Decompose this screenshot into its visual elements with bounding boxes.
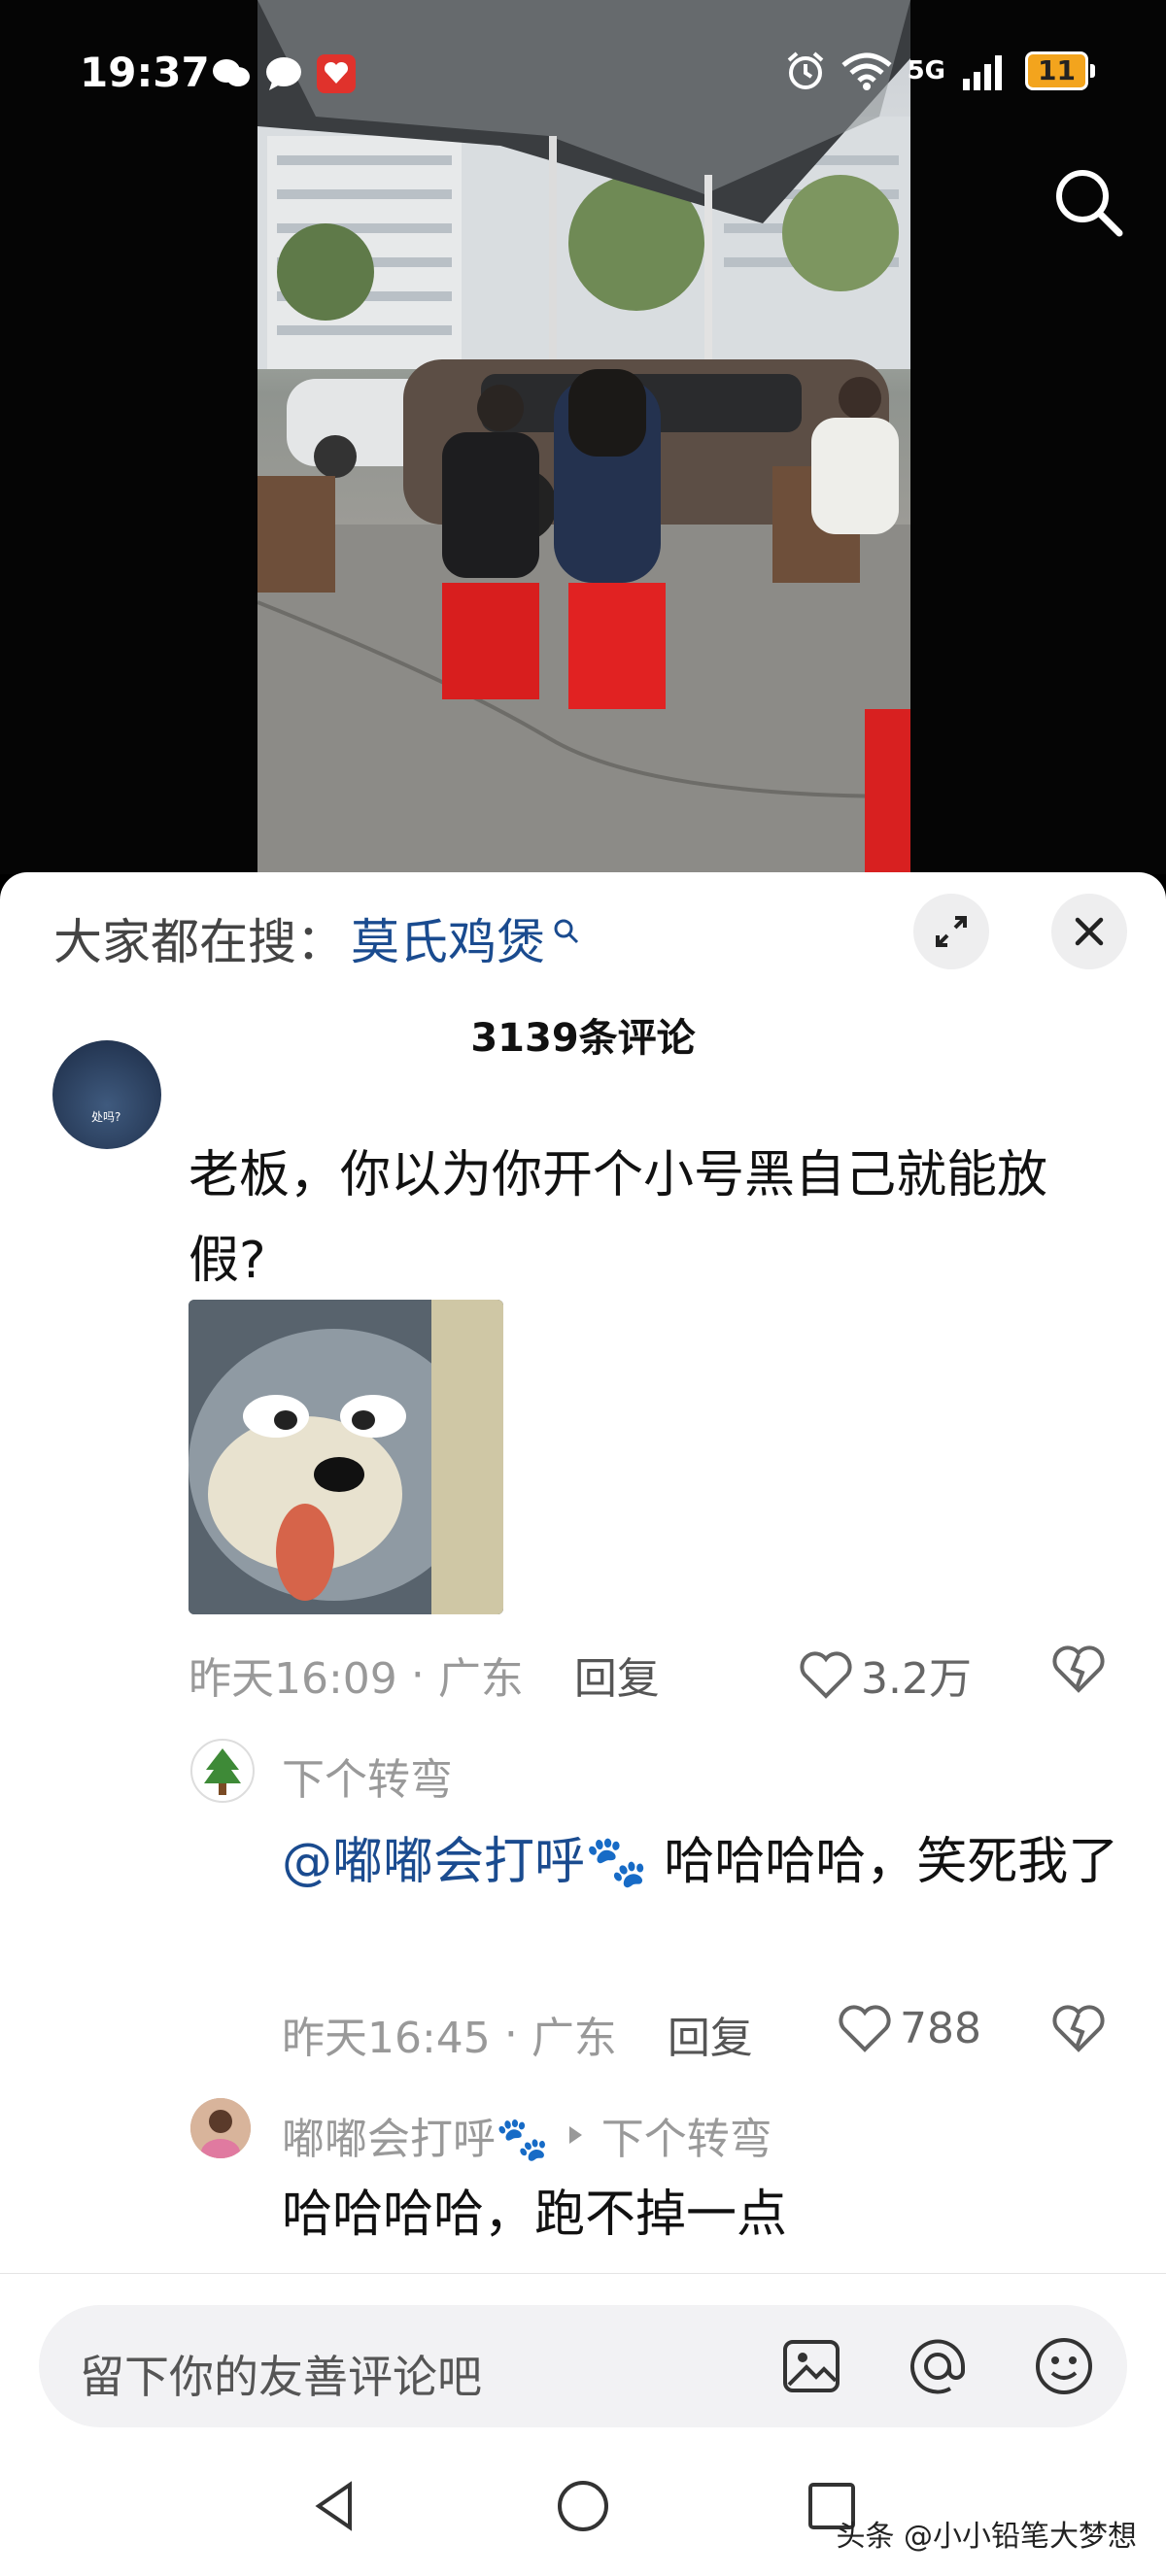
dislike-button[interactable] (1051, 1644, 1106, 1698)
reply-content: 哈哈哈哈，笑死我了 (647, 1833, 1119, 1891)
network-type: 5G (907, 56, 946, 85)
search-icon (1056, 170, 1123, 237)
comment-input[interactable]: 留下你的友善评论吧 (39, 2305, 1127, 2427)
hot-search-keyword[interactable]: 莫氏鸡煲 (351, 903, 545, 973)
wechat-icon (213, 59, 250, 86)
comment-text: 老板，你以为你开个小号黑自己就能放假? (189, 1146, 1048, 1290)
reply-arrow-icon (568, 2126, 582, 2144)
like-button[interactable]: 788 (838, 2003, 981, 2053)
reply-button[interactable]: 回复 (668, 2003, 753, 2065)
reply-text: 哈哈哈哈，跑不掉一点 (282, 2186, 788, 2244)
reply-button[interactable]: 回复 (574, 1644, 660, 1706)
message-bubble-icon (266, 57, 301, 90)
reply-meta: 昨天16:45 · 广东 回复 (282, 2003, 753, 2065)
broken-heart-icon (1052, 2005, 1105, 2052)
status-bar: 19:37 5G 11 (0, 0, 1166, 146)
battery-indicator: 11 (1025, 51, 1095, 90)
comment-meta: 昨天16:09 · 广东 回复 (189, 1644, 660, 1706)
image-picker-icon[interactable] (779, 2334, 843, 2398)
comments-sheet: 大家都在搜： 莫氏鸡煲 3139条评论 处吗? 老板，你以为你开个小号黑自己就能… (0, 872, 1166, 2576)
avatar[interactable] (190, 1739, 255, 1803)
comment-input-bar: 留下你的友善评论吧 (0, 2273, 1166, 2449)
input-placeholder: 留下你的友善评论吧 (80, 2351, 482, 2403)
hot-search-label: 大家都在搜： (53, 914, 345, 970)
avatar[interactable] (190, 2098, 251, 2158)
reply-target[interactable]: 下个转弯 (601, 2104, 772, 2166)
avatar-caption: 处吗? (91, 1110, 121, 1124)
wifi-icon (840, 52, 892, 90)
broken-heart-icon (1052, 1645, 1105, 1693)
back-icon[interactable] (307, 2477, 365, 2535)
at-mention-icon[interactable] (906, 2334, 970, 2398)
reply-author[interactable]: 下个转弯 (282, 1745, 453, 1807)
hot-search-bar[interactable]: 大家都在搜： 莫氏鸡煲 (53, 903, 580, 973)
avatar[interactable]: 处吗? (52, 1040, 161, 1149)
expand-button[interactable] (913, 894, 989, 969)
expand-icon (936, 916, 967, 947)
video-player[interactable]: 19:37 5G 11 (0, 0, 1166, 874)
system-nav-bar: 头条 @小小铅笔大梦想 (0, 2448, 1166, 2576)
comment-location: 广东 (437, 1654, 524, 1704)
status-time: 19:37 (80, 49, 210, 96)
dislike-button[interactable] (1051, 2003, 1106, 2057)
reply-text: @嘟嘟会打呼🐾 哈哈哈哈，笑死我了 (282, 1819, 1137, 1905)
status-system-icons: 5G 11 (785, 51, 1095, 91)
reply-header: 嘟嘟会打呼🐾 下个转弯 (282, 2104, 772, 2166)
heart-icon (800, 1651, 852, 1699)
like-count: 788 (900, 2003, 981, 2053)
heart-icon (839, 2005, 891, 2052)
app-notification-icon (317, 54, 356, 93)
reply-location: 广东 (531, 2014, 617, 2063)
close-icon (1075, 917, 1104, 946)
watermark: 头条 @小小铅笔大梦想 (836, 2520, 1137, 2554)
comment-count: 3139条评论 (470, 1016, 696, 1061)
comment-image[interactable] (189, 1300, 503, 1614)
like-count: 3.2万 (861, 1654, 972, 1704)
status-notification-icons (212, 54, 356, 93)
like-button[interactable]: 3.2万 (799, 1644, 972, 1706)
signal-icon (963, 55, 1003, 90)
search-button[interactable] (1049, 163, 1127, 241)
emoji-icon[interactable] (1032, 2334, 1096, 2398)
reply-time: 昨天16:45 (282, 2014, 491, 2063)
mention-link[interactable]: @嘟嘟会打呼🐾 (282, 1833, 648, 1891)
comment-time: 昨天16:09 (189, 1654, 397, 1704)
search-icon (554, 919, 579, 944)
reply-author[interactable]: 嘟嘟会打呼🐾 (282, 2104, 549, 2166)
tree-avatar-icon (204, 1748, 241, 1795)
cat-meme-image (189, 1300, 503, 1614)
home-icon[interactable] (554, 2477, 612, 2535)
close-button[interactable] (1051, 894, 1127, 969)
portrait-avatar-icon (190, 2098, 251, 2158)
alarm-icon (787, 51, 823, 89)
